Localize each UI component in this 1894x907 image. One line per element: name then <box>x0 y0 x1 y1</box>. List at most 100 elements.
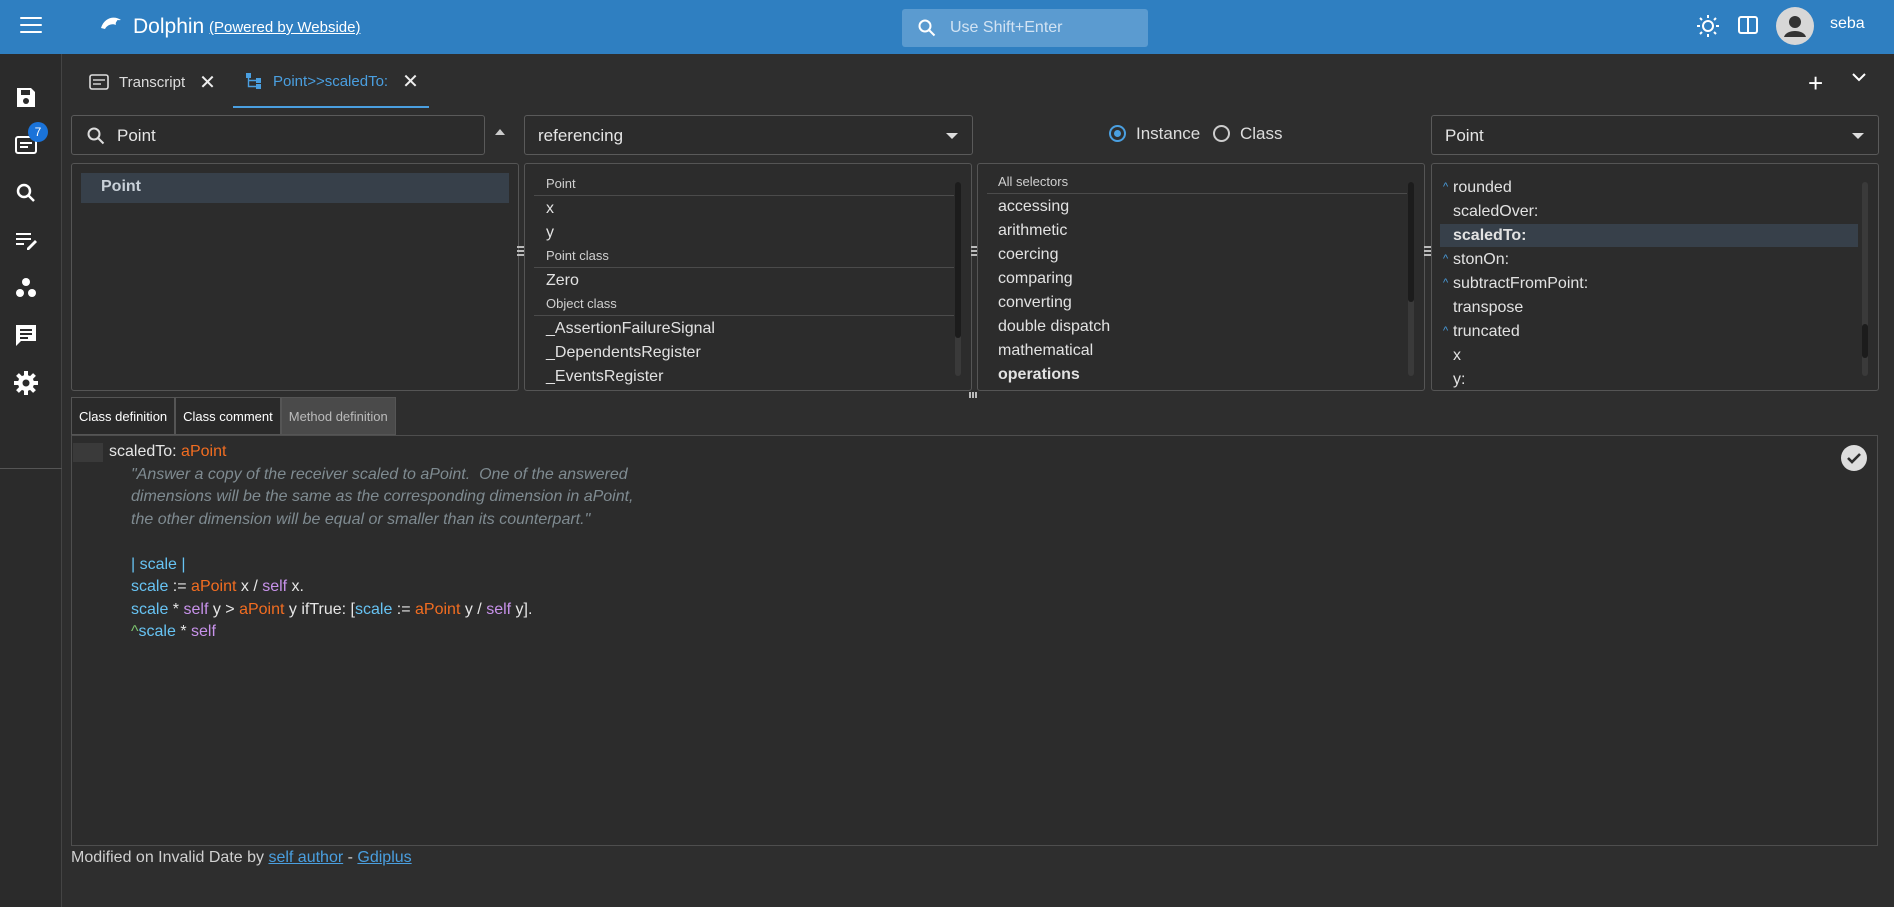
method-item[interactable]: truncated <box>1453 323 1520 341</box>
method-footer: Modified on Invalid Date by self author … <box>71 849 412 867</box>
hamburger-icon[interactable] <box>20 17 42 35</box>
scrollbar-thumb[interactable] <box>955 182 961 338</box>
sidebar-divider <box>0 468 62 469</box>
method-item-selected[interactable]: scaledTo: <box>1453 227 1527 245</box>
category-item[interactable]: arithmetic <box>998 222 1067 240</box>
search-input[interactable] <box>950 17 1140 39</box>
dropdown-icon <box>946 133 958 139</box>
source-tabs: Class definition Class comment Method de… <box>71 397 396 435</box>
package-link[interactable]: Gdiplus <box>357 849 411 866</box>
tab-class-definition[interactable]: Class definition <box>71 397 176 435</box>
sidebar: 7 <box>0 54 62 907</box>
instance-radio[interactable] <box>1109 125 1126 142</box>
categories-header[interactable]: All selectors <box>998 174 1068 189</box>
method-item[interactable]: y: <box>1453 371 1465 389</box>
selected-row-highlight <box>81 173 509 203</box>
dolphin-logo <box>101 17 121 29</box>
global-search[interactable] <box>902 9 1148 47</box>
category-item[interactable]: accessing <box>998 198 1069 216</box>
variable-item[interactable]: x <box>546 200 554 218</box>
method-class-select[interactable]: Point <box>1431 115 1879 155</box>
collapse-icon[interactable] <box>495 129 505 135</box>
category-item[interactable]: mathematical <box>998 342 1093 360</box>
search-icon <box>87 127 105 145</box>
method-item[interactable]: subtractFromPoint: <box>1453 275 1588 293</box>
code-line: scale * self y > aPoint y ifTrue: [scale… <box>131 600 533 618</box>
save-icon[interactable] <box>13 85 39 111</box>
class-search-value: Point <box>117 126 156 145</box>
resize-handle[interactable] <box>517 246 524 258</box>
transcript-badge: 7 <box>28 122 48 142</box>
theme-toggle-icon[interactable] <box>1696 14 1720 38</box>
dropdown-icon <box>1852 133 1864 139</box>
classes-pane: Point <box>71 163 519 391</box>
override-up-icon: ^ <box>1443 181 1449 193</box>
method-comment-line: the other dimension will be equal or sma… <box>131 510 591 528</box>
powered-by-link[interactable]: (Powered by Webside) <box>209 19 360 36</box>
method-item[interactable]: transpose <box>1453 299 1523 317</box>
variable-item[interactable]: y <box>546 224 554 242</box>
method-source[interactable]: scaledTo: aPoint "Answer a copy of the r… <box>109 441 634 644</box>
category-item-selected[interactable]: operations <box>998 366 1080 384</box>
variable-item[interactable]: _AssertionFailureSignal <box>546 320 715 338</box>
variable-mode-select[interactable]: referencing <box>524 115 973 155</box>
class-radio[interactable] <box>1213 125 1230 142</box>
class-label[interactable]: Class <box>1240 124 1283 144</box>
variable-item[interactable]: Zero <box>546 272 579 290</box>
categories-pane: All selectors accessing arithmetic coerc… <box>977 163 1425 391</box>
class-item[interactable]: Point <box>101 178 141 196</box>
method-item[interactable]: stonOn: <box>1453 251 1509 269</box>
method-item[interactable]: scaledOver: <box>1453 203 1538 221</box>
split-view-icon[interactable] <box>1737 14 1759 36</box>
group-divider <box>534 267 954 268</box>
tab-class-comment[interactable]: Class comment <box>175 397 281 435</box>
workspaces-icon[interactable] <box>13 275 39 301</box>
override-up-icon: ^ <box>1443 325 1449 337</box>
variables-pane: Point x y Point class Zero Object class … <box>524 163 972 391</box>
avatar[interactable] <box>1776 7 1814 45</box>
tab-label: Point>>scaledTo: <box>273 72 389 90</box>
group-divider <box>987 193 1407 194</box>
tab-method[interactable]: Point>>scaledTo: ✕ <box>233 56 429 108</box>
chat-icon[interactable] <box>13 322 39 348</box>
author-link[interactable]: self author <box>268 849 343 866</box>
scrollbar-thumb[interactable] <box>1408 182 1414 302</box>
search-icon[interactable] <box>13 180 39 206</box>
method-item[interactable]: rounded <box>1453 179 1512 197</box>
add-tab-button[interactable]: + <box>1808 68 1823 99</box>
category-item[interactable]: converting <box>998 294 1072 312</box>
tab-transcript[interactable]: Transcript ✕ <box>89 56 229 108</box>
method-item[interactable]: x <box>1453 347 1461 365</box>
category-item[interactable]: coercing <box>998 246 1058 264</box>
category-item[interactable]: double dispatch <box>998 318 1110 336</box>
username[interactable]: seba <box>1830 15 1865 33</box>
variable-group: Point class <box>546 248 609 263</box>
tab-label: Transcript <box>119 73 186 91</box>
chevron-down-icon[interactable] <box>1852 72 1866 82</box>
vertical-resize-handle[interactable] <box>969 392 979 398</box>
code-line: scale := aPoint x / self x. <box>131 578 304 595</box>
transcript-tab-icon <box>89 74 109 90</box>
variable-mode-value: referencing <box>538 126 624 145</box>
scrollbar-thumb[interactable] <box>1862 324 1868 358</box>
edit-list-icon[interactable] <box>13 227 39 253</box>
close-icon[interactable]: ✕ <box>199 70 216 95</box>
variable-group: Point <box>546 176 576 191</box>
variable-item[interactable]: _DependentsRegister <box>546 344 701 362</box>
class-search-field[interactable]: Point <box>71 115 485 155</box>
tab-method-definition[interactable]: Method definition <box>280 397 396 435</box>
resize-handle[interactable] <box>1424 246 1431 258</box>
variable-item[interactable]: _EventsRegister <box>546 368 663 386</box>
footer-separator: - <box>347 849 353 866</box>
accept-check-icon[interactable] <box>1841 445 1867 471</box>
code-line: ^scale * self <box>131 623 216 640</box>
methods-pane: ^ rounded scaledOver: scaledTo: ^ stonOn… <box>1431 163 1879 391</box>
instance-label[interactable]: Instance <box>1136 124 1200 144</box>
gear-icon[interactable] <box>13 370 39 396</box>
method-argument: aPoint <box>181 443 227 460</box>
modified-text: Modified on Invalid Date by <box>71 849 264 866</box>
close-icon[interactable]: ✕ <box>402 69 419 94</box>
line-gutter <box>73 443 103 462</box>
category-item[interactable]: comparing <box>998 270 1073 288</box>
code-editor[interactable]: scaledTo: aPoint "Answer a copy of the r… <box>71 435 1878 846</box>
